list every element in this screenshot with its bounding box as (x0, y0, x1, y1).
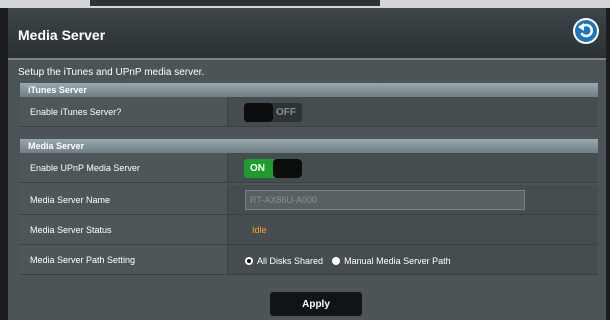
top-browser-strip (0, 0, 610, 8)
itunes-enable-row: Enable iTunes Server? OFF (20, 97, 598, 127)
radio-label: All Disks Shared (257, 255, 324, 266)
top-tab-bar (90, 0, 380, 6)
itunes-server-toggle[interactable]: OFF (244, 103, 302, 122)
media-server-status-value: Idle (252, 225, 267, 235)
media-server-name-row: Media Server Name (20, 185, 598, 215)
page-description: Setup the iTunes and UPnP media server. (18, 67, 205, 78)
toggle-state-text: OFF (276, 107, 296, 118)
media-server-name-label: Media Server Name (20, 185, 228, 214)
media-server-section-header: Media Server (20, 139, 598, 153)
itunes-enable-label: Enable iTunes Server? (20, 97, 228, 126)
page-title: Media Server (18, 27, 106, 43)
media-server-status-row: Media Server Status Idle (20, 215, 598, 245)
toggle-state-text: ON (250, 163, 265, 174)
radio-manual-media-server-path[interactable]: Manual Media Server Path (331, 246, 451, 276)
panel-header: Media Server (8, 8, 606, 58)
back-arrow-icon (575, 20, 597, 42)
back-button[interactable] (573, 18, 599, 44)
radio-label: Manual Media Server Path (344, 255, 451, 266)
path-setting-radio-group: All Disks Shared Manual Media Server Pat… (245, 245, 457, 276)
media-server-path-row: Media Server Path Setting All Disks Shar… (20, 245, 598, 275)
upnp-media-server-toggle[interactable]: ON (244, 159, 302, 178)
toggle-knob (244, 103, 273, 122)
radio-button-unchecked[interactable] (331, 257, 340, 266)
media-server-name-input[interactable] (245, 190, 525, 210)
toggle-knob (273, 159, 302, 178)
radio-button-checked[interactable] (245, 257, 253, 266)
header-divider (8, 58, 606, 60)
media-server-status-label: Media Server Status (20, 215, 228, 244)
itunes-section-header: iTunes Server (20, 83, 598, 97)
radio-all-disks-shared[interactable]: All Disks Shared (245, 246, 323, 276)
media-server-panel: Media Server Setup the iTunes and UPnP m… (8, 8, 606, 320)
apply-button[interactable]: Apply (270, 292, 362, 316)
upnp-enable-label: Enable UPnP Media Server (20, 153, 228, 182)
upnp-enable-row: Enable UPnP Media Server ON (20, 153, 598, 183)
media-server-path-label: Media Server Path Setting (20, 245, 228, 274)
